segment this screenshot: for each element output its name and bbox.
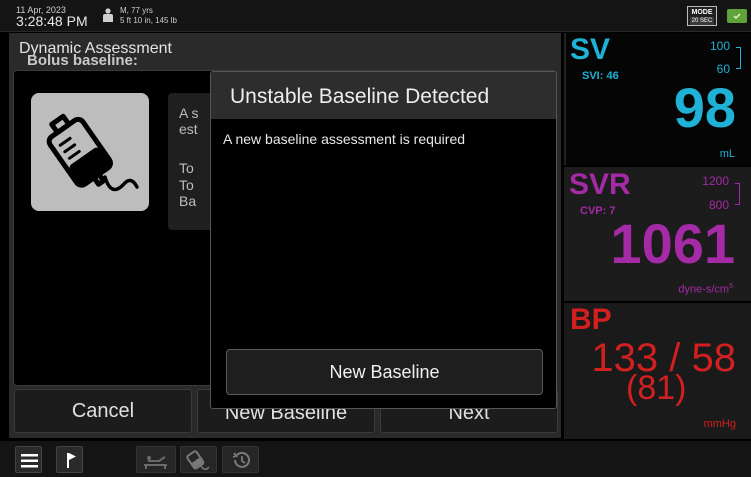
sv-target-bracket [736, 47, 741, 69]
svr-target-bracket [735, 183, 740, 205]
mode-badge[interactable]: MODE 20 SEC [687, 6, 717, 26]
sv-range-low: 60 [716, 62, 730, 76]
history-icon [232, 451, 250, 468]
fluid-button[interactable] [180, 446, 217, 473]
patient-size[interactable]: 5 ft 10 in, 145 lb [120, 16, 177, 25]
patient-demographics[interactable]: M, 77 yrs [120, 6, 153, 15]
svr-value: 1061 [610, 212, 735, 275]
sv-range-high: 100 [709, 39, 730, 53]
mode-label: MODE [691, 9, 713, 16]
svr-label: SVR [569, 168, 631, 201]
instruction-text: To [179, 177, 194, 193]
svr-unit-sup: 5 [729, 283, 733, 290]
instruction-text: Ba [179, 193, 197, 209]
new-baseline-dialog-button[interactable]: New Baseline [226, 349, 543, 395]
svi-label: SVI: 46 [582, 70, 619, 82]
svr-tile[interactable]: SVR CVP: 7 1200 800 1061 dyne-s/cm5 [564, 167, 751, 301]
time-label: 3:28:48 PM [16, 13, 88, 29]
patient-bed-button[interactable] [136, 446, 176, 473]
mode-value: 20 SEC [690, 17, 714, 25]
svr-range-high: 1200 [702, 174, 729, 188]
bp-label: BP [570, 303, 612, 336]
sv-tile[interactable]: SV SVI: 46 100 60 98 mL [564, 33, 751, 165]
bolus-baseline-label: Bolus baseline: [27, 52, 138, 69]
menu-button[interactable] [15, 446, 42, 473]
bp-tile[interactable]: BP 133 / 58 (81) mmHg [564, 303, 751, 439]
sv-value: 98 [673, 76, 736, 139]
status-bar: 11 Apr, 2023 3:28:48 PM M, 77 yrs 5 ft 1… [0, 0, 751, 32]
sv-unit: mL [719, 148, 735, 160]
unstable-baseline-dialog: Unstable Baseline Detected A new baselin… [210, 71, 557, 409]
bottom-toolbar [0, 441, 751, 477]
battery-icon[interactable] [727, 9, 747, 23]
instruction-text: A s [179, 105, 199, 121]
svr-range-low: 800 [708, 198, 729, 212]
iv-bag-icon [46, 113, 139, 192]
instruction-text: est [179, 121, 198, 137]
iv-bag-icon [186, 450, 210, 470]
dialog-title: Unstable Baseline Detected [230, 85, 490, 108]
cancel-button[interactable]: Cancel [14, 389, 192, 433]
flag-button[interactable] [56, 446, 83, 473]
history-button[interactable] [222, 446, 259, 473]
dialog-message: A new baseline assessment is required [223, 131, 466, 147]
bp-unit: mmHg [703, 418, 736, 430]
patient-bed-icon [144, 456, 167, 469]
bp-map-value: (81) [626, 369, 687, 407]
svr-unit: dyne-s/cm5 [678, 283, 733, 296]
sv-label: SV [570, 33, 611, 66]
menu-icon [21, 454, 38, 468]
patient-icon[interactable] [102, 8, 114, 22]
instruction-text: To [179, 160, 194, 176]
dialog-header: Unstable Baseline Detected [211, 72, 556, 119]
iv-bag-tile [31, 93, 149, 211]
svr-unit-text: dyne-s/cm [678, 283, 730, 296]
flag-icon [67, 453, 76, 468]
